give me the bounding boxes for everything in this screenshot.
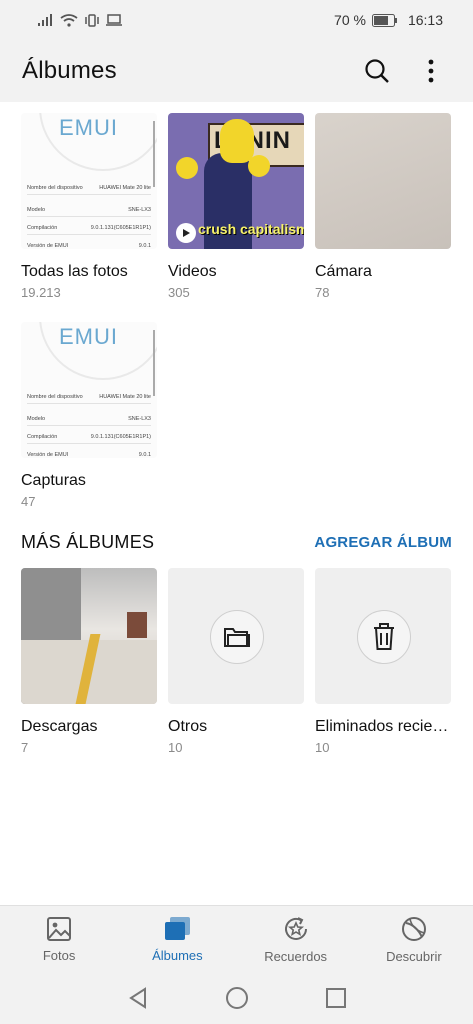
album-tile-recently-deleted[interactable]: Eliminados recie… 10 <box>315 568 455 755</box>
battery-icon <box>371 13 397 27</box>
row-label: Versión de EMUI <box>27 452 69 458</box>
row-label: Nombre del dispositivo <box>27 394 83 400</box>
recents-icon[interactable] <box>325 987 347 1009</box>
battery-percent: 70 % <box>334 12 366 28</box>
row-value: HUAWEI Mate 20 lite <box>99 394 151 400</box>
add-album-button[interactable]: AGREGAR ÁLBUM <box>314 534 452 551</box>
album-tile-all-photos[interactable]: EMUI Nombre del dispositivo HUAWEI Mate 2… <box>21 113 161 300</box>
row-label: Versión de EMUI <box>27 243 69 249</box>
play-icon <box>176 223 196 243</box>
album-thumbnail: EMUI Nombre del dispositivo HUAWEI Mate 2… <box>21 113 157 249</box>
row-value: HUAWEI Mate 20 lite <box>99 185 151 191</box>
album-count: 78 <box>315 285 330 300</box>
album-thumbnail <box>168 568 304 704</box>
album-name: Cámara <box>315 263 372 280</box>
albums-icon <box>165 917 191 940</box>
tab-label: Álbumes <box>152 948 203 963</box>
album-thumbnail <box>315 568 451 704</box>
tab-photos[interactable]: Fotos <box>0 906 118 973</box>
album-count: 7 <box>21 740 29 755</box>
album-name: Descargas <box>21 718 98 735</box>
album-thumbnail <box>21 568 157 704</box>
album-count: 305 <box>168 285 190 300</box>
row-value: 9.0.1 <box>138 243 151 249</box>
row-value: 9.0.1.131(C605E1R1P1) <box>90 434 151 440</box>
album-count: 19.213 <box>21 285 61 300</box>
folder-icon <box>224 628 250 647</box>
album-tile-screenshots[interactable]: EMUI Nombre del dispositivo HUAWEI Mate 2… <box>21 322 161 509</box>
row-value: 9.0.1.131(C605E1R1P1) <box>90 225 151 231</box>
album-count: 10 <box>168 740 183 755</box>
row-value: SNE-LX3 <box>128 207 151 213</box>
photo-icon <box>47 917 72 941</box>
tab-label: Descubrir <box>386 949 442 964</box>
album-count: 10 <box>315 740 330 755</box>
album-count: 47 <box>21 494 36 509</box>
row-label: Modelo <box>27 207 46 213</box>
trash-icon <box>374 623 394 650</box>
laptop-icon <box>106 14 122 26</box>
signal-icon <box>38 14 52 26</box>
album-thumbnail: LENIN crush capitalism <box>168 113 304 249</box>
memories-icon <box>284 917 307 940</box>
row-value: 9.0.1 <box>138 452 151 458</box>
album-name: Todas las fotos <box>21 263 128 280</box>
album-tile-others[interactable]: Otros 10 <box>168 568 308 755</box>
albums-content[interactable]: EMUI Nombre del dispositivo HUAWEI Mate 2… <box>0 102 473 905</box>
app-header: Álbumes <box>0 40 473 102</box>
emui-logo: EMUI <box>59 324 118 349</box>
clock: 16:13 <box>407 12 443 28</box>
row-label: Nombre del dispositivo <box>27 185 83 191</box>
album-name: Eliminados recie… <box>315 718 449 735</box>
discover-icon <box>401 917 426 941</box>
page-title: Álbumes <box>22 57 117 84</box>
status-bar: 70 % 16:13 <box>0 0 473 40</box>
album-tile-downloads[interactable]: Descargas 7 <box>21 568 161 755</box>
vibrate-icon <box>85 13 99 27</box>
album-name: Otros <box>168 718 208 735</box>
emui-logo: EMUI <box>59 115 118 140</box>
album-name: Videos <box>168 263 217 280</box>
tab-albums[interactable]: Álbumes <box>118 906 236 973</box>
tab-label: Recuerdos <box>264 949 328 964</box>
album-name: Capturas <box>21 472 86 489</box>
more-vert-icon <box>428 59 434 83</box>
back-icon[interactable] <box>127 987 149 1009</box>
row-label: Compilación <box>27 434 58 440</box>
row-value: SNE-LX3 <box>128 416 151 422</box>
album-thumbnail <box>315 113 451 249</box>
row-label: Modelo <box>27 416 46 422</box>
wifi-icon <box>60 13 78 27</box>
search-icon <box>365 59 389 83</box>
tab-memories[interactable]: Recuerdos <box>237 906 355 973</box>
album-thumbnail: EMUI Nombre del dispositivo HUAWEI Mate 2… <box>21 322 157 458</box>
tab-label: Fotos <box>42 948 76 963</box>
bottom-navigation: Fotos Álbumes Recuerdos Descubrir <box>0 905 473 973</box>
home-icon[interactable] <box>225 986 249 1010</box>
album-tile-videos[interactable]: LENIN crush capitalism Videos 305 <box>168 113 308 300</box>
more-options-button[interactable] <box>411 51 451 91</box>
album-tile-camera[interactable]: Cámara 78 <box>315 113 455 300</box>
row-label: Compilación <box>27 225 58 231</box>
more-albums-header: MÁS ÁLBUMES AGREGAR ÁLBUM <box>21 532 452 553</box>
tab-discover[interactable]: Descubrir <box>355 906 473 973</box>
search-button[interactable] <box>357 51 397 91</box>
section-title: MÁS ÁLBUMES <box>21 532 155 552</box>
system-navigation <box>0 972 473 1024</box>
